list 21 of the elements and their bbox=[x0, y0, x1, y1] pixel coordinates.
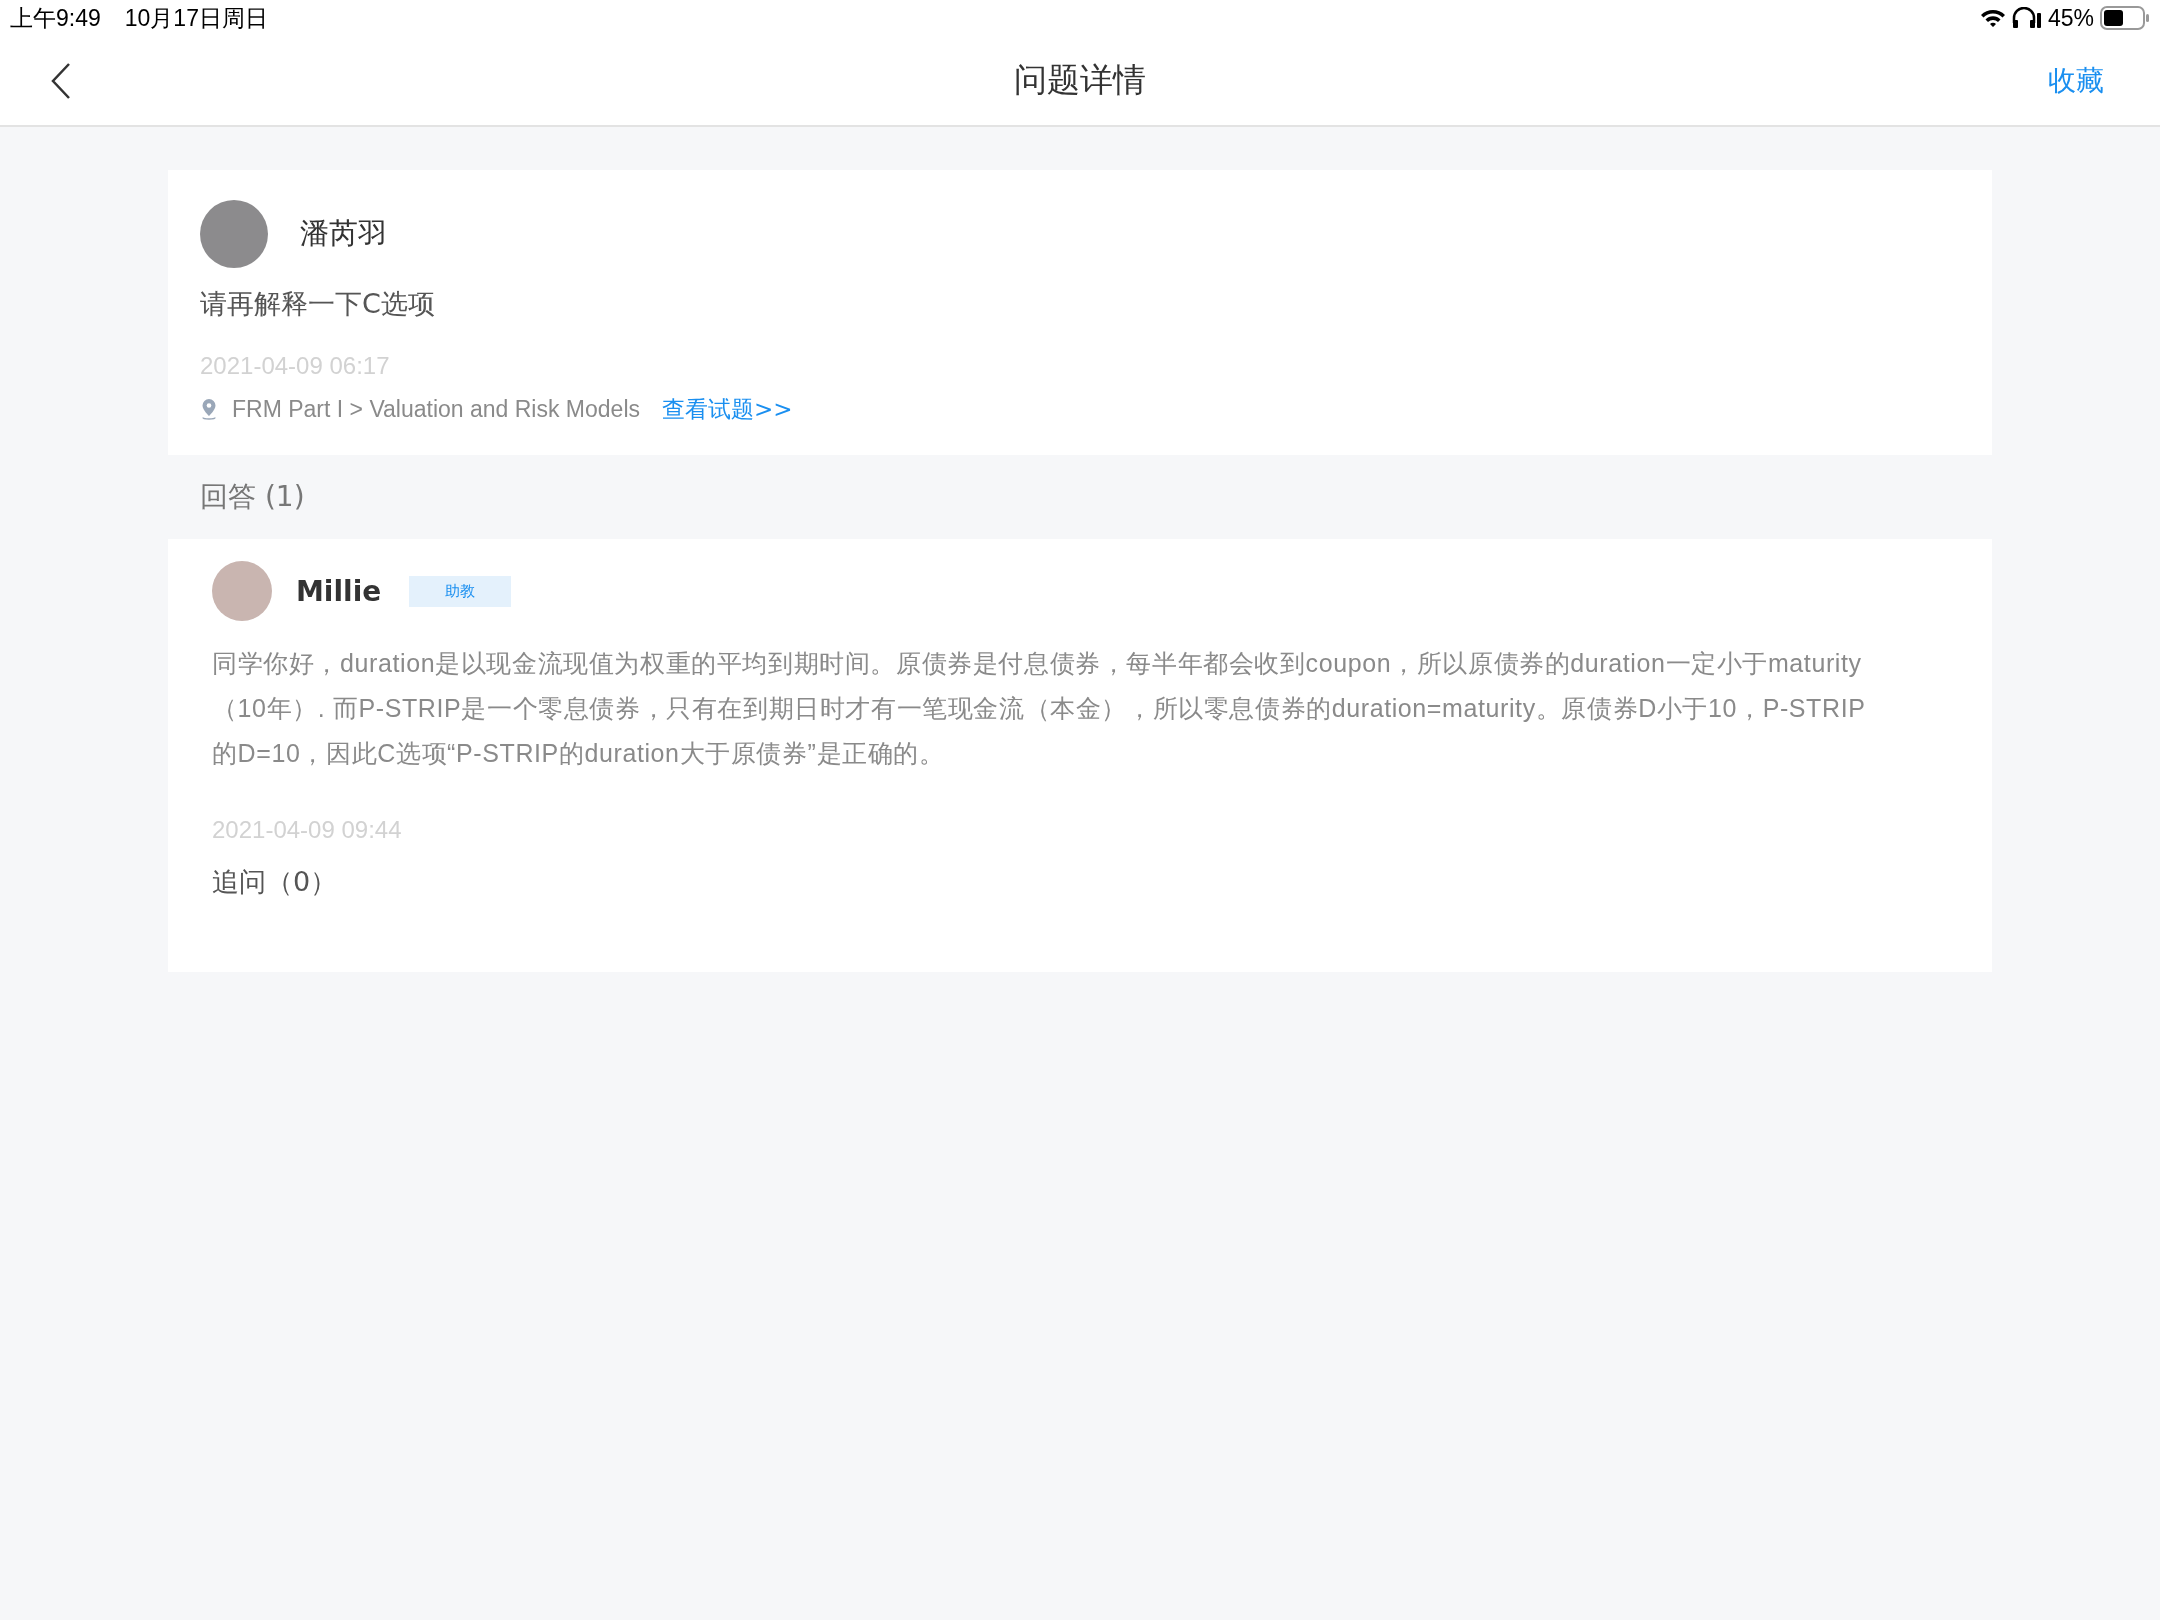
question-text: 请再解释一下C选项 bbox=[200, 287, 436, 321]
page-title: 问题详情 bbox=[1013, 59, 1146, 101]
headphones-icon bbox=[2011, 7, 2042, 29]
avatar bbox=[212, 561, 272, 621]
status-date: 10月17日周日 bbox=[124, 3, 268, 33]
battery-percent: 45% bbox=[2047, 4, 2094, 32]
favorite-button[interactable]: 收藏 bbox=[2048, 61, 2104, 100]
battery-icon bbox=[2100, 6, 2150, 30]
role-badge: 助教 bbox=[409, 575, 512, 607]
author-name: Millie bbox=[296, 574, 382, 608]
follow-up-link[interactable]: 追问（0） bbox=[212, 864, 338, 900]
answer-text: 同学你好，duration是以现金流现值为权重的平均到期时间。原债券是付息债券，每半年都会收到coupon，所以原债券的duration一定小于maturity（10年）. 而P-STRIP是一个零息债券，只有在到期日时才有一笔现金流（本金），所以零息债券的duration=maturity。原债券D小于10，P-STRIP 的D=10，因此C选项“P-STRIP的duration大于原债券”是正确的。 bbox=[212, 648, 1866, 769]
back-button[interactable] bbox=[50, 61, 72, 100]
chevron-left-icon bbox=[50, 61, 72, 100]
course-path: FRM Part I > Valuation and Risk Models bbox=[232, 396, 640, 423]
answers-count: 回答 (1) bbox=[200, 479, 305, 515]
author-name: 潘芮羽 bbox=[300, 215, 387, 252]
view-question-link[interactable]: 查看试题>> bbox=[662, 394, 793, 425]
wifi-icon bbox=[1979, 8, 2006, 28]
location-pin-icon bbox=[200, 397, 218, 422]
status-time: 上午9:49 bbox=[10, 3, 101, 33]
